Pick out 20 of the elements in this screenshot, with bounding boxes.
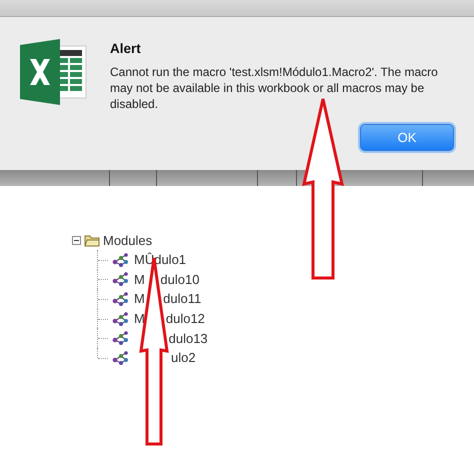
excel-icon [20,39,88,105]
tree-item-label[interactable]: M [134,272,145,287]
tree-item-label[interactable]: dulo12 [166,311,205,326]
alert-message: Cannot run the macro 'test.xlsm!Módulo1.Macro2'. The macro may not be available in this workbook or all macros may be disabled. [110,64,439,112]
module-icon [112,272,130,286]
tree-item-label[interactable]: dulo10 [160,272,200,287]
tree-item-label[interactable]: ulo2 [171,350,196,366]
module-icon [112,331,130,346]
collapse-toggle[interactable] [72,236,81,244]
tree-item-label[interactable]: dulo13 [168,330,208,346]
module-icon [112,350,130,365]
module-icon [112,252,130,267]
module-icon [112,312,130,326]
tree-item-label[interactable]: dulo11 [163,291,202,306]
folder-icon [84,234,100,246]
dialog-title: Alert [110,41,142,56]
tree-item-label[interactable]: M [134,291,145,306]
tree-item-label[interactable]: M [134,311,145,326]
tree-item[interactable]: Modules [103,232,152,248]
module-icon [112,292,130,306]
